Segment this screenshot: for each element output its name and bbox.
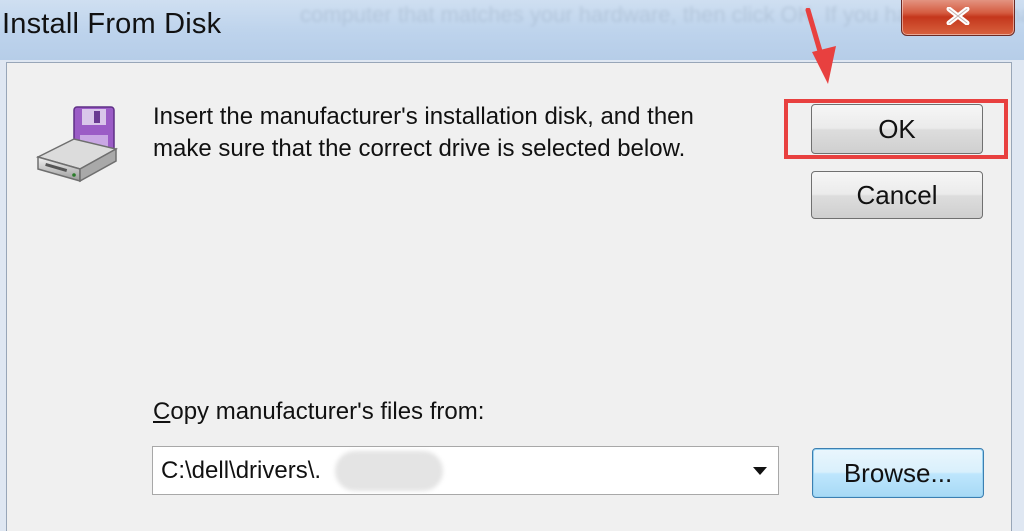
- title-bar: computer that matches your hardware, the…: [0, 0, 1024, 60]
- cancel-button[interactable]: Cancel: [811, 171, 983, 219]
- ok-highlight-annotation: [784, 99, 1008, 159]
- instruction-line-1: Insert the manufacturer's installation d…: [153, 103, 694, 130]
- dropdown-arrow-icon[interactable]: [753, 467, 767, 475]
- copy-label-text: opy manufacturer's files from:: [170, 398, 485, 425]
- path-input[interactable]: [161, 447, 731, 494]
- instruction-text: Insert the manufacturer's installation d…: [153, 101, 793, 165]
- redacted-path-segment: [335, 451, 443, 491]
- copy-label-mnemonic: C: [153, 398, 171, 425]
- close-icon: [946, 7, 970, 25]
- copy-from-label: Copy manufacturer's files from:: [153, 398, 484, 426]
- browse-button[interactable]: Browse...: [812, 448, 984, 498]
- window-title: Install From Disk: [2, 8, 222, 40]
- annotation-arrow-icon: [805, 8, 836, 84]
- floppy-disk-drive-icon: [35, 106, 118, 183]
- path-combobox[interactable]: [152, 446, 779, 495]
- instruction-line-2: make sure that the correct drive is sele…: [153, 135, 686, 162]
- close-button[interactable]: [901, 0, 1015, 36]
